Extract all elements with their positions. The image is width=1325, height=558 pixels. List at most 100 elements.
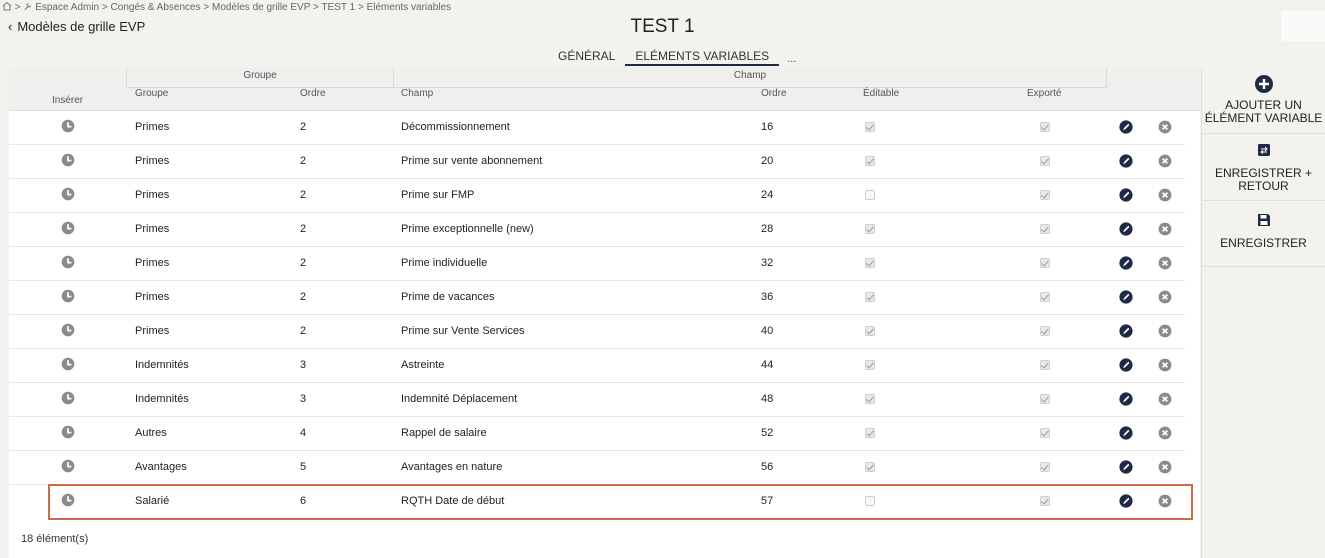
insert-icon[interactable] [61,187,75,201]
floppy-disk-icon [1257,214,1270,226]
cell-ordre-groupe: 6 [300,495,307,507]
plus-circle-icon [1254,75,1273,93]
edit-icon[interactable] [1119,324,1133,338]
delete-icon[interactable] [1158,426,1172,440]
editable-checkbox[interactable] [865,360,875,370]
table-row[interactable]: Indemnités 3 Astreinte 44 [9,349,1185,383]
exported-checkbox[interactable] [1040,122,1050,132]
breadcrumb-item-test[interactable]: TEST 1 [321,2,355,13]
breadcrumb-item-conges[interactable]: Congés & Absences [111,2,201,13]
add-element-button[interactable]: AJOUTER UN ÉLÉMENT VARIABLE [1202,68,1325,134]
back-link[interactable]: ‹ Modèles de grille EVP [8,19,145,34]
save-return-button[interactable]: ENREGISTRER + RETOUR [1202,134,1325,201]
editable-checkbox[interactable] [865,394,875,404]
table-row[interactable]: Primes 2 Prime sur FMP 24 [9,179,1185,213]
table-row-selected[interactable]: Salarié 6 RQTH Date de début 57 [48,484,1193,520]
insert-icon[interactable] [61,425,75,439]
insert-icon[interactable] [61,493,75,507]
insert-icon[interactable] [61,255,75,269]
col-champ: Champ [401,88,434,99]
exported-checkbox[interactable] [1040,326,1050,336]
insert-icon[interactable] [61,119,75,133]
breadcrumb-item-admin[interactable]: Espace Admin [35,2,99,13]
delete-icon[interactable] [1158,494,1172,508]
edit-icon[interactable] [1119,358,1133,372]
edit-icon[interactable] [1119,256,1133,270]
editable-checkbox[interactable] [865,292,875,302]
exported-checkbox[interactable] [1040,462,1050,472]
edit-icon[interactable] [1119,494,1133,508]
edit-icon[interactable] [1119,188,1133,202]
cell-groupe: Avantages [135,461,187,473]
cell-ordre-groupe: 3 [300,359,307,371]
editable-checkbox[interactable] [865,428,875,438]
delete-icon[interactable] [1158,256,1172,270]
table-row[interactable]: Primes 2 Prime exceptionnelle (new) 28 [9,213,1185,247]
insert-icon[interactable] [61,289,75,303]
table-row[interactable]: Primes 2 Décommissionnement 16 [9,111,1185,145]
col-ordre-champ: Ordre [761,88,787,99]
home-icon[interactable] [2,1,12,11]
exported-checkbox[interactable] [1040,292,1050,302]
tab-elements-variables[interactable]: ELÉMENTS VARIABLES [625,49,780,66]
editable-checkbox[interactable] [865,122,875,132]
tab-more[interactable]: ... [779,49,804,66]
table-row[interactable]: Avantages 5 Avantages en nature 56 [9,451,1185,485]
insert-icon[interactable] [61,391,75,405]
table-row[interactable]: Primes 2 Prime de vacances 36 [9,281,1185,315]
insert-icon[interactable] [61,323,75,337]
edit-icon[interactable] [1119,120,1133,134]
delete-icon[interactable] [1158,290,1172,304]
edit-icon[interactable] [1119,460,1133,474]
table-row[interactable]: Primes 2 Prime sur vente abonnement 20 [9,145,1185,179]
insert-icon[interactable] [61,357,75,371]
edit-icon[interactable] [1119,154,1133,168]
table-row[interactable]: Autres 4 Rappel de salaire 52 [9,417,1185,451]
cell-groupe: Primes [135,155,170,167]
editable-checkbox[interactable] [865,190,875,200]
exported-checkbox[interactable] [1040,360,1050,370]
delete-icon[interactable] [1158,222,1172,236]
editable-checkbox[interactable] [865,496,875,506]
editable-checkbox[interactable] [865,156,875,166]
tab-general[interactable]: GÉNÉRAL [548,49,625,66]
table-row[interactable]: Indemnités 3 Indemnité Déplacement 48 [9,383,1185,417]
delete-icon[interactable] [1158,154,1172,168]
breadcrumb-sep: > [203,2,210,13]
exported-checkbox[interactable] [1040,190,1050,200]
delete-icon[interactable] [1158,324,1172,338]
exported-checkbox[interactable] [1040,224,1050,234]
delete-icon[interactable] [1158,188,1172,202]
delete-icon[interactable] [1158,460,1172,474]
exported-checkbox[interactable] [1040,496,1050,506]
cell-ordre-groupe: 3 [300,393,307,405]
save-button[interactable]: ENREGISTRER [1202,201,1325,267]
insert-icon[interactable] [61,153,75,167]
cell-groupe: Primes [135,121,170,133]
delete-icon[interactable] [1158,358,1172,372]
table-row[interactable]: Primes 2 Prime sur Vente Services 40 [9,315,1185,349]
insert-icon[interactable] [61,221,75,235]
exported-checkbox[interactable] [1040,258,1050,268]
delete-icon[interactable] [1158,120,1172,134]
table-row[interactable]: Primes 2 Prime individuelle 32 [9,247,1185,281]
editable-checkbox[interactable] [865,258,875,268]
cell-champ: Astreinte [401,359,445,371]
edit-icon[interactable] [1119,426,1133,440]
editable-checkbox[interactable] [865,326,875,336]
insert-icon[interactable] [61,459,75,473]
edit-icon[interactable] [1119,222,1133,236]
cell-champ: Décommissionnement [401,121,510,133]
breadcrumb-item-modeles[interactable]: Modèles de grille EVP [212,2,310,13]
exported-checkbox[interactable] [1040,156,1050,166]
col-exporte: Exporté [1027,88,1062,99]
delete-icon[interactable] [1158,392,1172,406]
breadcrumb-sep: > [312,2,319,13]
editable-checkbox[interactable] [865,224,875,234]
exported-checkbox[interactable] [1040,428,1050,438]
edit-icon[interactable] [1119,290,1133,304]
editable-checkbox[interactable] [865,462,875,472]
exported-checkbox[interactable] [1040,394,1050,404]
edit-icon[interactable] [1119,392,1133,406]
chevron-left-icon: ‹ [8,19,13,34]
